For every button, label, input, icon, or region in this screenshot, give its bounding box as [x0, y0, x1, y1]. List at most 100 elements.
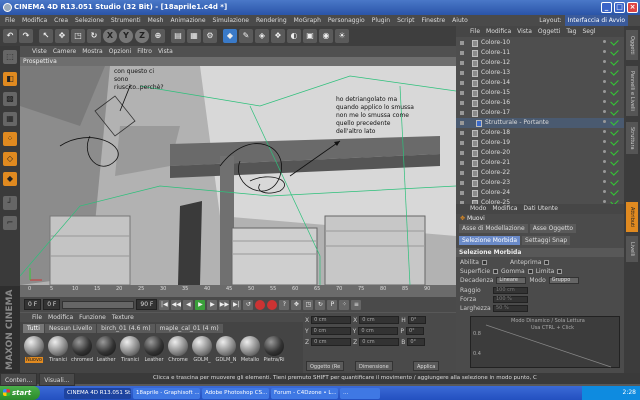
menu-aiuto[interactable]: Aiuto — [452, 15, 468, 26]
make-editable-icon[interactable]: ⬚ — [3, 50, 17, 64]
model-mode-icon[interactable]: ◧ — [3, 72, 17, 86]
array-icon[interactable]: ❖ — [271, 29, 285, 43]
visibility-dot-icon[interactable] — [603, 170, 606, 173]
camera-icon[interactable]: ◉ — [319, 29, 333, 43]
rotate-icon[interactable]: ↻ — [87, 29, 101, 43]
visibility-dot-icon[interactable] — [603, 50, 606, 53]
viewport-menu-camere[interactable]: Camere — [53, 46, 76, 57]
expand-toggle-icon[interactable] — [460, 111, 464, 115]
points-mode-icon[interactable]: ⁘ — [3, 132, 17, 146]
menu-selezione[interactable]: Selezione — [75, 15, 104, 26]
scale-icon[interactable]: ◳ — [71, 29, 85, 43]
scale-key-icon[interactable]: ◳ — [303, 299, 314, 310]
environment-icon[interactable]: ▣ — [303, 29, 317, 43]
object-row[interactable]: Colore-19 — [456, 137, 624, 148]
menu-simulazione[interactable]: Simulazione — [213, 15, 249, 26]
enabled-check-icon[interactable] — [610, 57, 619, 66]
menu-file[interactable]: File — [5, 15, 15, 26]
viewport-menu-filtro[interactable]: Filtro — [137, 46, 152, 57]
expand-toggle-icon[interactable] — [460, 81, 464, 85]
attr-tab-selezione-morbida[interactable]: Selezione Morbida — [459, 236, 521, 245]
menu-personaggio[interactable]: Personaggio — [328, 15, 365, 26]
expand-toggle-icon[interactable] — [460, 91, 464, 95]
minimize-button[interactable]: _ — [601, 2, 612, 13]
superficie-checkbox[interactable] — [493, 269, 499, 274]
x-axis-lock[interactable]: X — [103, 29, 117, 43]
material-swatch[interactable]: GDLM_ — [191, 336, 213, 363]
mat-menu-file[interactable]: File — [32, 313, 42, 322]
rotation-b-field[interactable]: 0° — [407, 338, 426, 346]
polygons-mode-icon[interactable]: ◆ — [3, 172, 17, 186]
side-tab-struttura[interactable]: Struttura — [626, 122, 638, 154]
deformer-icon[interactable]: ◐ — [287, 29, 301, 43]
taskbar-item-more[interactable]: ... — [340, 387, 380, 399]
edges-mode-icon[interactable]: ◇ — [3, 152, 17, 166]
visibility-dot-icon[interactable] — [603, 160, 606, 163]
current-frame-field[interactable]: 0 F — [43, 299, 61, 310]
enabled-check-icon[interactable] — [610, 167, 619, 176]
attr-tab-settaggi-snap[interactable]: Settaggi Snap — [522, 236, 571, 245]
decadenza-select[interactable]: Lineare — [496, 277, 527, 284]
y-axis-lock[interactable]: Y — [119, 29, 133, 43]
object-row[interactable]: Colore-15 — [456, 87, 624, 98]
material-swatch[interactable]: Tiranici — [119, 336, 141, 363]
mat-tab-tutti[interactable]: Tutti — [23, 324, 44, 333]
start-frame-field[interactable]: 0 F — [24, 299, 42, 310]
om-menu-modifica[interactable]: Modifica — [486, 26, 511, 37]
expand-toggle-icon[interactable] — [460, 101, 464, 105]
mat-tab-birch[interactable]: birch_01 (4.6 m) — [97, 324, 155, 333]
taskbar-item-forum[interactable]: Forum - C4Dzone • L... — [271, 387, 338, 399]
mat-menu-texture[interactable]: Texture — [112, 313, 134, 322]
object-row[interactable]: Colore-23 — [456, 177, 624, 188]
size-mode-select[interactable]: Dimensione — [355, 361, 393, 371]
enabled-check-icon[interactable] — [610, 47, 619, 56]
subdivision-icon[interactable]: ◈ — [255, 29, 269, 43]
object-row[interactable]: Colore-16 — [456, 97, 624, 108]
size-z-field[interactable]: 0 cm — [359, 338, 400, 346]
texture-mode-icon[interactable]: ▩ — [3, 92, 17, 106]
expand-toggle-icon[interactable] — [460, 151, 464, 155]
object-row[interactable]: Colore-11 — [456, 47, 624, 58]
om-menu-tag[interactable]: Tag — [566, 26, 576, 37]
loop-icon[interactable]: ↺ — [243, 299, 254, 310]
object-row[interactable]: Colore-13 — [456, 67, 624, 78]
menu-plugin[interactable]: Plugin — [372, 15, 390, 26]
forza-field[interactable]: 100 % — [493, 296, 528, 303]
menu-mograph[interactable]: MoGraph — [294, 15, 321, 26]
object-row[interactable]: Colore-17 — [456, 107, 624, 118]
rotation-key-icon[interactable]: ↻ — [315, 299, 326, 310]
object-row[interactable]: Colore-22 — [456, 167, 624, 178]
visibility-dot-icon[interactable] — [603, 150, 606, 153]
record-icon[interactable] — [255, 299, 266, 310]
go-to-start-icon[interactable]: |◀ — [159, 299, 170, 310]
coordinate-system-icon[interactable]: ⊕ — [151, 29, 165, 43]
play-icon[interactable]: ▶ — [195, 299, 206, 310]
side-tab-attributi[interactable]: Attributi — [626, 202, 638, 232]
object-row[interactable]: Colore-10 — [456, 37, 624, 48]
enabled-check-icon[interactable] — [610, 77, 619, 86]
material-swatch[interactable]: Leather — [143, 336, 165, 363]
param-key-icon[interactable]: P — [327, 299, 338, 310]
end-frame-field[interactable]: 90 F — [136, 299, 158, 310]
viewport-menu-vista[interactable]: Vista — [158, 46, 173, 57]
visibility-dot-icon[interactable] — [603, 130, 606, 133]
visibility-dot-icon[interactable] — [603, 200, 606, 203]
material-swatch[interactable]: Pietra/Ri — [263, 336, 285, 363]
menu-rendering[interactable]: Rendering — [256, 15, 287, 26]
limita-checkbox[interactable] — [557, 269, 563, 274]
enabled-check-icon[interactable] — [610, 117, 619, 126]
enabled-check-icon[interactable] — [610, 107, 619, 116]
position-key-icon[interactable]: ✥ — [291, 299, 302, 310]
workplane-icon[interactable]: ▦ — [3, 112, 17, 126]
visibility-dot-icon[interactable] — [603, 60, 606, 63]
object-row[interactable]: Strutturale - Portante — [456, 117, 624, 128]
next-key-icon[interactable]: ▶▶ — [219, 299, 230, 310]
size-x-field[interactable]: 0 cm — [359, 316, 400, 324]
mat-tab-maple[interactable]: maple_cal_01 (4 m) — [155, 324, 223, 333]
minimized-panel-visual[interactable]: Visuali... — [39, 373, 75, 386]
rotation-h-field[interactable]: 0° — [407, 316, 426, 324]
visibility-dot-icon[interactable] — [603, 120, 606, 123]
enabled-check-icon[interactable] — [610, 37, 619, 46]
visibility-dot-icon[interactable] — [603, 180, 606, 183]
prev-frame-icon[interactable]: ◀ — [183, 299, 194, 310]
